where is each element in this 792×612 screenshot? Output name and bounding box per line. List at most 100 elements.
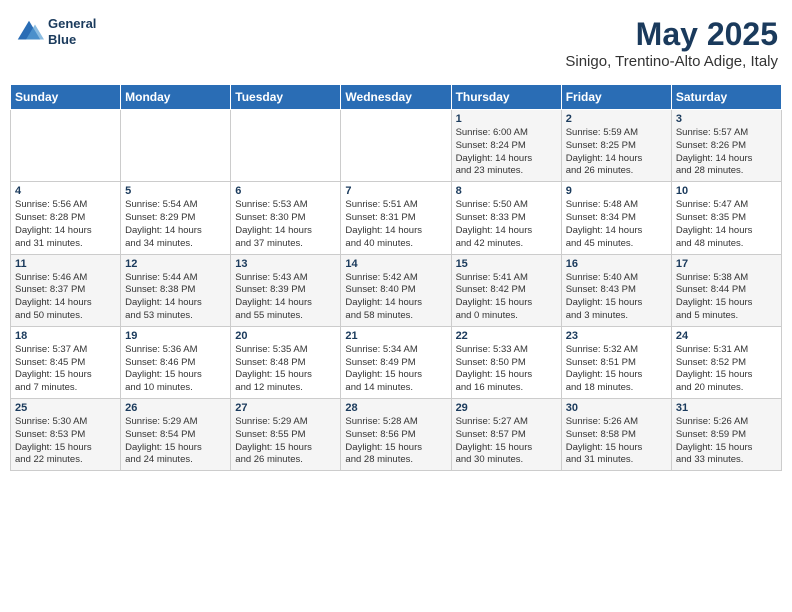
day-cell: 5 Sunrise: 5:54 AM Sunset: 8:29 PM Daylig… [121, 182, 231, 254]
day-cell: 8Sunrise: 5:50 AM Sunset: 8:33 PM Daylig… [451, 182, 561, 254]
day-info: Sunrise: 5:38 AM Sunset: 8:44 PM Dayligh… [676, 272, 777, 323]
day-number: 16 [566, 258, 667, 270]
day-cell: 2 Sunrise: 5:59 AM Sunset: 8:25 PM Daylig… [561, 110, 671, 182]
day-info: Sunrise: 5:26 AM Sunset: 8:59 PM Dayligh… [676, 416, 777, 467]
day-cell: 27 Sunrise: 5:29 AM Sunset: 8:55 PM Dayli… [231, 399, 341, 471]
day-cell [231, 110, 341, 182]
day-cell: 11 Sunrise: 5:46 AM Sunset: 8:37 PM Dayli… [11, 254, 121, 326]
day-number: 13 [235, 258, 336, 270]
calendar-body: 1 Sunrise: 6:00 AM Sunset: 8:24 PM Daylig… [11, 110, 782, 471]
weekday-monday: Monday [121, 85, 231, 110]
day-number: 19 [125, 330, 226, 342]
weekday-saturday: Saturday [671, 85, 781, 110]
day-info: Sunrise: 5:30 AM Sunset: 8:53 PM Dayligh… [15, 416, 116, 467]
day-cell: 20 Sunrise: 5:35 AM Sunset: 8:48 PM Dayli… [231, 326, 341, 398]
day-number: 17 [676, 258, 777, 270]
day-cell: 6 Sunrise: 5:53 AM Sunset: 8:30 PM Daylig… [231, 182, 341, 254]
day-number: 4 [15, 185, 116, 197]
day-info: Sunrise: 5:42 AM Sunset: 8:40 PM Dayligh… [345, 272, 446, 323]
day-cell: 1 Sunrise: 6:00 AM Sunset: 8:24 PM Daylig… [451, 110, 561, 182]
day-number: 30 [566, 402, 667, 414]
week-row-5: 25 Sunrise: 5:30 AM Sunset: 8:53 PM Dayli… [11, 399, 782, 471]
day-number: 15 [456, 258, 557, 270]
day-info: Sunrise: 5:33 AM Sunset: 8:50 PM Dayligh… [456, 344, 557, 395]
day-cell: 16Sunrise: 5:40 AM Sunset: 8:43 PM Dayli… [561, 254, 671, 326]
day-info: Sunrise: 5:47 AM Sunset: 8:35 PM Dayligh… [676, 199, 777, 250]
day-number: 21 [345, 330, 446, 342]
day-info: Sunrise: 5:27 AM Sunset: 8:57 PM Dayligh… [456, 416, 557, 467]
day-cell: 19 Sunrise: 5:36 AM Sunset: 8:46 PM Dayli… [121, 326, 231, 398]
day-cell: 7 Sunrise: 5:51 AM Sunset: 8:31 PM Daylig… [341, 182, 451, 254]
day-number: 5 [125, 185, 226, 197]
day-number: 10 [676, 185, 777, 197]
day-cell: 9Sunrise: 5:48 AM Sunset: 8:34 PM Daylig… [561, 182, 671, 254]
day-number: 14 [345, 258, 446, 270]
day-number: 20 [235, 330, 336, 342]
weekday-sunday: Sunday [11, 85, 121, 110]
day-info: Sunrise: 5:29 AM Sunset: 8:55 PM Dayligh… [235, 416, 336, 467]
day-number: 27 [235, 402, 336, 414]
day-info: Sunrise: 5:53 AM Sunset: 8:30 PM Dayligh… [235, 199, 336, 250]
day-cell [341, 110, 451, 182]
day-number: 24 [676, 330, 777, 342]
day-info: Sunrise: 5:51 AM Sunset: 8:31 PM Dayligh… [345, 199, 446, 250]
weekday-wednesday: Wednesday [341, 85, 451, 110]
day-info: Sunrise: 6:00 AM Sunset: 8:24 PM Dayligh… [456, 127, 557, 178]
title-section: May 2025 Sinigo, Trentino-Alto Adige, It… [565, 16, 778, 70]
day-info: Sunrise: 5:43 AM Sunset: 8:39 PM Dayligh… [235, 272, 336, 323]
day-cell: 12Sunrise: 5:44 AM Sunset: 8:38 PM Dayli… [121, 254, 231, 326]
day-number: 11 [15, 258, 116, 270]
calendar-title: May 2025 [565, 16, 778, 53]
day-number: 6 [235, 185, 336, 197]
day-cell: 26Sunrise: 5:29 AM Sunset: 8:54 PM Dayli… [121, 399, 231, 471]
day-cell: 15Sunrise: 5:41 AM Sunset: 8:42 PM Dayli… [451, 254, 561, 326]
day-number: 25 [15, 402, 116, 414]
day-cell [11, 110, 121, 182]
day-info: Sunrise: 5:59 AM Sunset: 8:25 PM Dayligh… [566, 127, 667, 178]
day-cell: 21Sunrise: 5:34 AM Sunset: 8:49 PM Dayli… [341, 326, 451, 398]
day-cell: 22Sunrise: 5:33 AM Sunset: 8:50 PM Dayli… [451, 326, 561, 398]
day-number: 3 [676, 113, 777, 125]
calendar-table: SundayMondayTuesdayWednesdayThursdayFrid… [10, 84, 782, 471]
day-number: 2 [566, 113, 667, 125]
day-info: Sunrise: 5:26 AM Sunset: 8:58 PM Dayligh… [566, 416, 667, 467]
day-info: Sunrise: 5:29 AM Sunset: 8:54 PM Dayligh… [125, 416, 226, 467]
day-number: 18 [15, 330, 116, 342]
day-cell: 14 Sunrise: 5:42 AM Sunset: 8:40 PM Dayli… [341, 254, 451, 326]
day-number: 31 [676, 402, 777, 414]
day-cell: 24 Sunrise: 5:31 AM Sunset: 8:52 PM Dayli… [671, 326, 781, 398]
day-info: Sunrise: 5:36 AM Sunset: 8:46 PM Dayligh… [125, 344, 226, 395]
day-cell: 23 Sunrise: 5:32 AM Sunset: 8:51 PM Dayli… [561, 326, 671, 398]
day-cell: 3Sunrise: 5:57 AM Sunset: 8:26 PM Daylig… [671, 110, 781, 182]
header: General Blue May 2025 Sinigo, Trentino-A… [10, 10, 782, 76]
day-info: Sunrise: 5:44 AM Sunset: 8:38 PM Dayligh… [125, 272, 226, 323]
day-info: Sunrise: 5:32 AM Sunset: 8:51 PM Dayligh… [566, 344, 667, 395]
logo-icon [14, 17, 44, 47]
day-info: Sunrise: 5:35 AM Sunset: 8:48 PM Dayligh… [235, 344, 336, 395]
day-info: Sunrise: 5:31 AM Sunset: 8:52 PM Dayligh… [676, 344, 777, 395]
logo-text: General Blue [48, 16, 96, 47]
calendar-header: SundayMondayTuesdayWednesdayThursdayFrid… [11, 85, 782, 110]
day-number: 8 [456, 185, 557, 197]
day-cell: 18Sunrise: 5:37 AM Sunset: 8:45 PM Dayli… [11, 326, 121, 398]
day-number: 28 [345, 402, 446, 414]
day-number: 9 [566, 185, 667, 197]
calendar-subtitle: Sinigo, Trentino-Alto Adige, Italy [565, 53, 778, 70]
day-number: 7 [345, 185, 446, 197]
day-cell: 31 Sunrise: 5:26 AM Sunset: 8:59 PM Dayli… [671, 399, 781, 471]
day-number: 23 [566, 330, 667, 342]
weekday-row: SundayMondayTuesdayWednesdayThursdayFrid… [11, 85, 782, 110]
week-row-1: 1 Sunrise: 6:00 AM Sunset: 8:24 PM Daylig… [11, 110, 782, 182]
day-cell [121, 110, 231, 182]
day-cell: 4 Sunrise: 5:56 AM Sunset: 8:28 PM Daylig… [11, 182, 121, 254]
day-number: 1 [456, 113, 557, 125]
day-info: Sunrise: 5:54 AM Sunset: 8:29 PM Dayligh… [125, 199, 226, 250]
week-row-2: 4 Sunrise: 5:56 AM Sunset: 8:28 PM Daylig… [11, 182, 782, 254]
week-row-3: 11 Sunrise: 5:46 AM Sunset: 8:37 PM Dayli… [11, 254, 782, 326]
day-info: Sunrise: 5:56 AM Sunset: 8:28 PM Dayligh… [15, 199, 116, 250]
day-cell: 25 Sunrise: 5:30 AM Sunset: 8:53 PM Dayli… [11, 399, 121, 471]
day-cell: 13 Sunrise: 5:43 AM Sunset: 8:39 PM Dayli… [231, 254, 341, 326]
day-cell: 30 Sunrise: 5:26 AM Sunset: 8:58 PM Dayli… [561, 399, 671, 471]
weekday-tuesday: Tuesday [231, 85, 341, 110]
day-info: Sunrise: 5:46 AM Sunset: 8:37 PM Dayligh… [15, 272, 116, 323]
